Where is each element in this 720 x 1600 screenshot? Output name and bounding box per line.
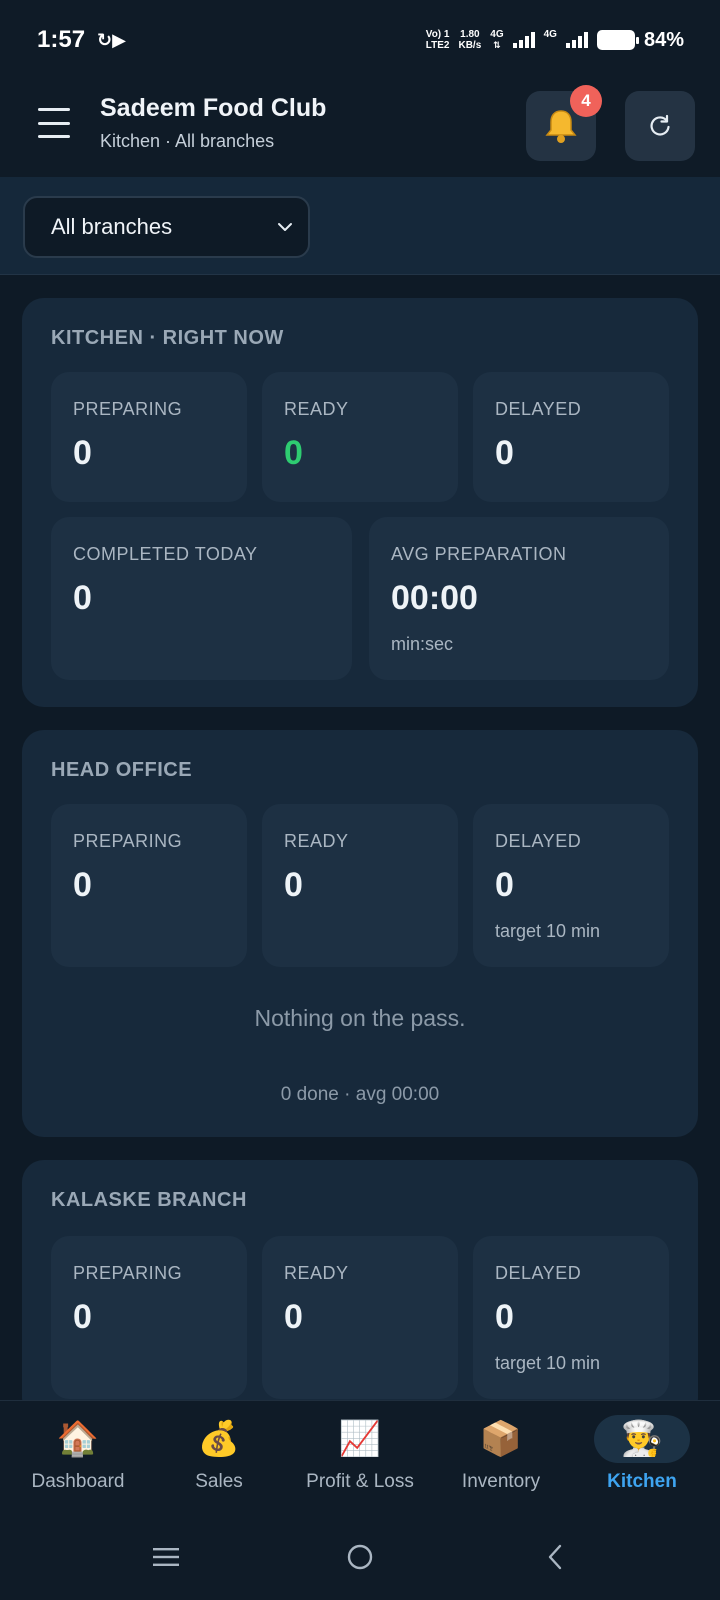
tile-label: DELAYED — [495, 399, 582, 419]
status-left: 1:57 ↻▶ — [37, 26, 126, 54]
tile-label: AVG PREPARATION — [391, 544, 567, 564]
head-office-card: HEAD OFFICE PREPARING 0 READY 0 DELAYED … — [22, 730, 698, 1137]
tile-unit: min:sec — [391, 634, 454, 654]
preparing-tile: PREPARING 0 — [51, 1236, 247, 1399]
recent-apps-icon — [153, 1548, 179, 1566]
signal-icon-1 — [512, 32, 535, 48]
delayed-tile: DELAYED 0 — [473, 372, 669, 502]
empty-message: Nothing on the pass. — [254, 1005, 466, 1031]
back-chevron-icon — [548, 1544, 562, 1570]
avg-preparation-tile: AVG PREPARATION 00:00 min:sec — [369, 517, 669, 680]
tile-value: 0 — [495, 866, 514, 904]
tile-label: READY — [284, 1263, 349, 1283]
tile-target: target 10 min — [495, 1353, 601, 1373]
status-bar: 1:57 ↻▶ Vo) 1 LTE2 1.80 KB/s 4G ⇅ 4G 84% — [0, 0, 720, 80]
filter-bar: All branches — [0, 177, 720, 275]
tile-value: 0 — [73, 866, 92, 904]
signal-icon-2 — [565, 32, 588, 48]
nav-item-dashboard[interactable]: 🏠 Dashboard — [8, 1415, 148, 1515]
tile-value: 0 — [495, 1298, 514, 1336]
tile-value: 0 — [73, 1298, 92, 1336]
app-subtitle: Kitchen · All branches — [100, 131, 275, 151]
home-circle-icon — [347, 1544, 373, 1570]
tile-label: PREPARING — [73, 831, 183, 851]
tile-value: 00:00 — [391, 579, 478, 617]
tile-value: 0 — [284, 866, 303, 904]
chef-icon: 👨‍🍳 — [594, 1415, 690, 1463]
battery-percent: 84% — [643, 28, 684, 51]
back-button[interactable] — [535, 1537, 575, 1577]
branch-select[interactable]: All branches — [23, 196, 310, 258]
tile-label: READY — [284, 831, 349, 851]
refresh-button[interactable] — [625, 91, 695, 161]
kalaske-branch-card: KALASKE BRANCH PREPARING 0 READY 0 DELAY… — [22, 1160, 698, 1420]
preparing-tile: PREPARING 0 — [51, 372, 247, 502]
preparing-tile: PREPARING 0 — [51, 804, 247, 967]
network-speed: 1.80 KB/s — [458, 29, 482, 51]
chevron-down-icon — [278, 223, 292, 231]
notifications-button[interactable]: 4 — [526, 85, 602, 161]
card-title: KITCHEN · RIGHT NOW — [51, 327, 284, 349]
nav-item-profit-loss[interactable]: 📈 Profit & Loss — [290, 1415, 430, 1515]
app-header: Sadeem Food Club Kitchen · All branches … — [0, 80, 720, 177]
card-title: HEAD OFFICE — [51, 759, 193, 781]
battery-icon — [596, 30, 639, 50]
tile-value: 0 — [73, 434, 92, 472]
nav-label: Dashboard — [31, 1471, 125, 1492]
nav-label: Profit & Loss — [306, 1471, 414, 1492]
chart-up-icon: 📈 — [338, 1420, 382, 1458]
ready-tile: READY 0 — [262, 372, 458, 502]
status-time: 1:57 — [37, 26, 86, 53]
notification-badge: 4 — [570, 85, 602, 117]
tile-value: 0 — [284, 434, 303, 472]
tile-label: PREPARING — [73, 399, 183, 419]
tile-value: 0 — [495, 434, 514, 472]
tile-label: COMPLETED TODAY — [73, 544, 258, 564]
money-bag-icon: 💰 — [197, 1420, 241, 1458]
header-title-block: Sadeem Food Club Kitchen · All branches — [100, 94, 326, 152]
nav-label: Sales — [195, 1471, 243, 1492]
nav-item-sales[interactable]: 💰 Sales — [149, 1415, 289, 1515]
delayed-tile: DELAYED 0 target 10 min — [473, 1236, 669, 1399]
net-type-1: 4G ⇅ — [490, 29, 504, 50]
recent-apps-button[interactable] — [146, 1537, 186, 1577]
tile-label: DELAYED — [495, 1263, 582, 1283]
package-icon: 📦 — [479, 1420, 523, 1458]
house-icon: 🏠 — [56, 1420, 100, 1458]
app-title: Sadeem Food Club — [100, 94, 327, 122]
summary-footer: 0 done · avg 00:00 — [280, 1084, 440, 1105]
media-cast-icon: ↻▶ — [97, 29, 126, 50]
status-right: Vo) 1 LTE2 1.80 KB/s 4G ⇅ 4G 84% — [426, 29, 684, 52]
tile-target: target 10 min — [495, 921, 601, 941]
refresh-icon — [650, 114, 670, 136]
nav-label: Inventory — [461, 1471, 541, 1492]
home-button[interactable] — [340, 1537, 380, 1577]
net-type-2: 4G — [543, 29, 557, 40]
hamburger-menu-icon[interactable] — [38, 108, 70, 138]
ready-tile: READY 0 — [262, 1236, 458, 1399]
nav-item-inventory[interactable]: 📦 Inventory — [431, 1415, 571, 1515]
branch-select-value: All branches — [51, 214, 173, 239]
tile-value: 0 — [73, 579, 92, 617]
nav-item-kitchen[interactable]: 👨‍🍳 Kitchen — [572, 1415, 712, 1515]
card-title: KALASKE BRANCH — [51, 1189, 247, 1211]
delayed-tile: DELAYED 0 target 10 min — [473, 804, 669, 967]
system-nav-bar — [0, 1515, 720, 1600]
tile-label: PREPARING — [73, 1263, 183, 1283]
nav-label: Kitchen — [607, 1471, 677, 1492]
ready-tile: READY 0 — [262, 804, 458, 967]
tile-label: READY — [284, 399, 349, 419]
bottom-nav: 🏠 Dashboard 💰 Sales 📈 Profit & Loss 📦 In… — [0, 1400, 720, 1515]
tile-value: 0 — [284, 1298, 303, 1336]
completed-today-tile: COMPLETED TODAY 0 — [51, 517, 352, 680]
volte-indicator: Vo) 1 LTE2 — [425, 29, 450, 51]
kitchen-now-card: KITCHEN · RIGHT NOW PREPARING 0 READY 0 … — [22, 298, 698, 707]
tile-label: DELAYED — [495, 831, 582, 851]
